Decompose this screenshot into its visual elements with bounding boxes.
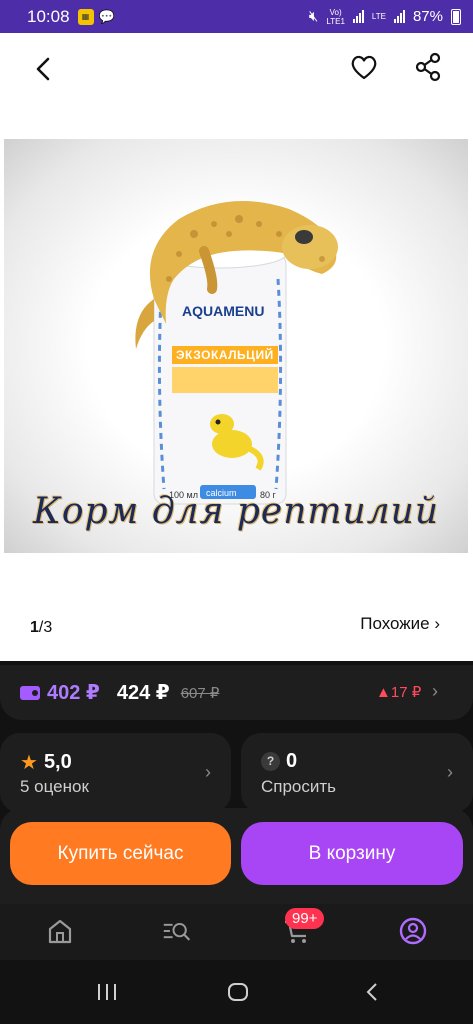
- star-icon: ★: [20, 752, 38, 774]
- catalog-search-icon[interactable]: [162, 916, 192, 946]
- top-app-bar: [0, 33, 473, 103]
- price-card[interactable]: 402 ₽ 424 ₽ 607 ₽ ▲17 ₽ ›: [0, 665, 473, 720]
- rating-count: 5 оценок: [20, 777, 89, 796]
- ask-label: Спросить: [261, 777, 337, 796]
- chat-notification-icon: 💬: [98, 8, 115, 24]
- chevron-right-icon: ›: [447, 762, 453, 782]
- share-icon[interactable]: [413, 51, 443, 83]
- buy-now-button[interactable]: Купить сейчас: [10, 822, 231, 885]
- product-brand: AQUAMENU: [182, 303, 265, 319]
- question-icon: ?: [261, 752, 280, 771]
- price-change: ▲17 ₽: [376, 684, 422, 701]
- rating-card[interactable]: ★ 5,0 5 оценок ›: [0, 733, 231, 813]
- similar-link[interactable]: Похожие ›: [360, 614, 440, 634]
- battery-icon: [451, 8, 461, 25]
- lte-label: LTE: [371, 12, 386, 21]
- questions-count: 0: [286, 750, 298, 772]
- wallet-price: 402 ₽: [47, 682, 100, 704]
- mute-icon: 🔇︎: [308, 8, 319, 25]
- status-time: 10:08: [27, 6, 70, 26]
- heart-icon[interactable]: [349, 51, 379, 83]
- questions-card[interactable]: ? 0 Спросить ›: [241, 733, 473, 813]
- back-arrow-icon[interactable]: [28, 53, 60, 85]
- status-indicators: 🔇︎ Vo) LTE1 LTE 87%: [309, 8, 461, 26]
- home-button-icon[interactable]: [227, 982, 249, 1002]
- signal-icon: [352, 10, 364, 23]
- gallery-pager: 1/3: [30, 619, 52, 637]
- product-image[interactable]: AQUAMENU ЭКЗОКАЛЬЦИЙ 100 мл calcium 80 г…: [4, 139, 468, 553]
- system-back-icon[interactable]: [364, 982, 380, 1002]
- pager-total: 3: [43, 619, 53, 636]
- volte-label: Vo) LTE1: [326, 7, 345, 26]
- old-price: 607 ₽: [180, 684, 220, 702]
- rating-value: 5,0: [43, 751, 72, 773]
- cart-count-badge: 99+: [285, 908, 325, 929]
- image-caption: Корм для рептилий: [32, 491, 440, 532]
- signal-icon-2: [393, 10, 405, 23]
- add-to-cart-button[interactable]: В корзину: [241, 822, 463, 885]
- status-bar: 10:08 ▦ 💬 🔇︎ Vo) LTE1 LTE 87%: [0, 0, 473, 33]
- pager-current: 1: [30, 619, 39, 636]
- home-icon[interactable]: [45, 916, 75, 946]
- profile-icon[interactable]: [398, 916, 428, 946]
- current-price: 424 ₽: [116, 682, 170, 704]
- battery-percent: 87%: [412, 8, 443, 25]
- chevron-right-icon: ›: [205, 762, 211, 782]
- recent-apps-icon[interactable]: [96, 982, 118, 1002]
- chevron-right-icon: ›: [432, 681, 438, 701]
- system-navigation-bar: [0, 960, 473, 1024]
- product-name: ЭКЗОКАЛЬЦИЙ: [176, 348, 274, 362]
- bottom-navigation: [0, 904, 473, 960]
- wallet-icon: [20, 685, 40, 700]
- app-notification-icon: ▦: [77, 8, 94, 25]
